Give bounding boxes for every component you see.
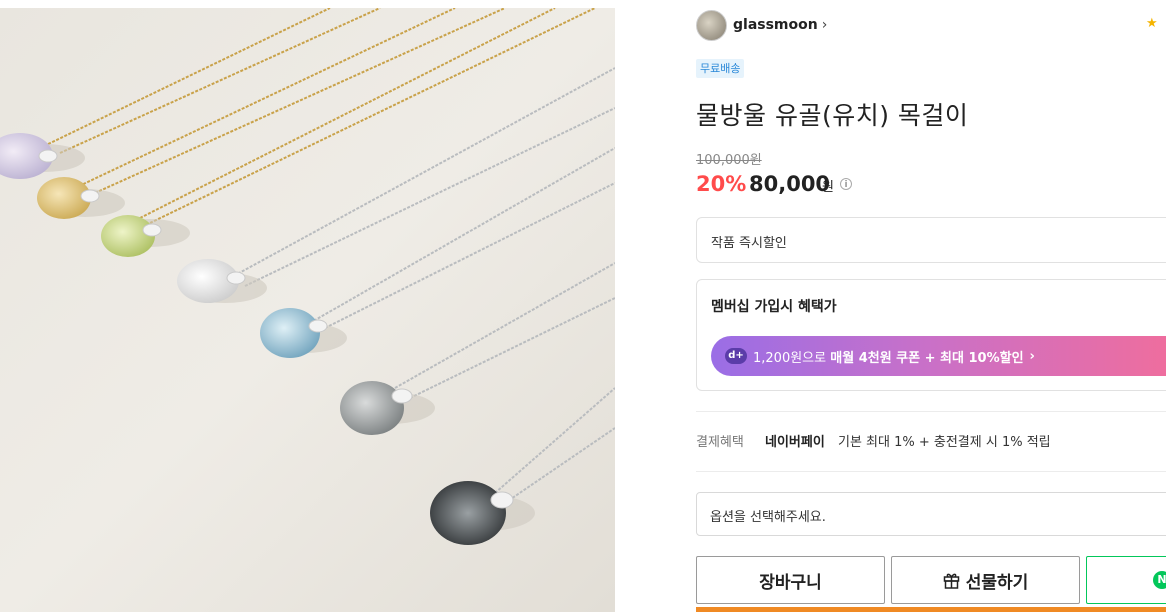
- sale-price: 80,000: [749, 172, 831, 196]
- discount-rate: 20%: [696, 172, 747, 196]
- chevron-right-icon: ›: [821, 17, 828, 33]
- option-select[interactable]: 옵션을 선택해주세요.: [696, 492, 1166, 536]
- bottom-accent-bar: [696, 607, 1166, 612]
- payment-benefit-label: 결제혜택: [696, 435, 744, 450]
- payment-benefit-text: 기본 최대 1% + 충전결제 시 1% 적립: [838, 435, 1051, 450]
- divider: [696, 411, 1166, 412]
- gift-button-label: 선물하기: [965, 572, 1029, 593]
- instant-discount-box: 작품 즉시할인: [696, 217, 1166, 263]
- info-icon[interactable]: i: [840, 178, 852, 190]
- original-price: 100,000원: [696, 153, 762, 168]
- seller-avatar: [696, 9, 727, 41]
- cart-button-label: 장바구니: [759, 572, 822, 593]
- chevron-right-icon: ›: [1029, 348, 1035, 364]
- membership-banner-benefit: 매월 4천원 쿠폰 + 최대 10%할인: [830, 350, 1024, 366]
- membership-banner-prefix: 1,200원으로: [753, 350, 827, 366]
- naverpay-icon: N: [1153, 571, 1166, 589]
- membership-title: 멤버십 가입시 혜택가: [711, 299, 837, 315]
- divider: [696, 471, 1166, 472]
- membership-box: 멤버십 가입시 혜택가 d+ 1,200원으로 매월 4천원 쿠폰 + 최대 1…: [696, 279, 1166, 391]
- naverpay-brand: 네이버페이: [765, 435, 825, 450]
- gift-button[interactable]: 선물하기: [891, 556, 1080, 604]
- naverpay-button[interactable]: N: [1086, 556, 1166, 604]
- seller-link[interactable]: glassmoon ›: [696, 9, 827, 41]
- cart-button[interactable]: 장바구니: [696, 556, 885, 604]
- necklace-illustration: [0, 8, 615, 612]
- star-icon: ★: [1146, 16, 1158, 31]
- option-placeholder: 옵션을 선택해주세요.: [710, 510, 826, 525]
- seller-name: glassmoon: [733, 17, 818, 33]
- product-title: 물방울 유골(유치) 목걸이: [696, 101, 969, 130]
- gift-icon: [943, 573, 959, 589]
- dplus-icon: d+: [725, 348, 747, 364]
- free-shipping-badge: 무료배송: [696, 59, 745, 78]
- membership-banner-button[interactable]: d+ 1,200원으로 매월 4천원 쿠폰 + 최대 10%할인 ›: [711, 336, 1166, 376]
- currency-unit: 원: [822, 180, 834, 195]
- instant-discount-label: 작품 즉시할인: [711, 236, 787, 251]
- product-photo[interactable]: [0, 8, 615, 612]
